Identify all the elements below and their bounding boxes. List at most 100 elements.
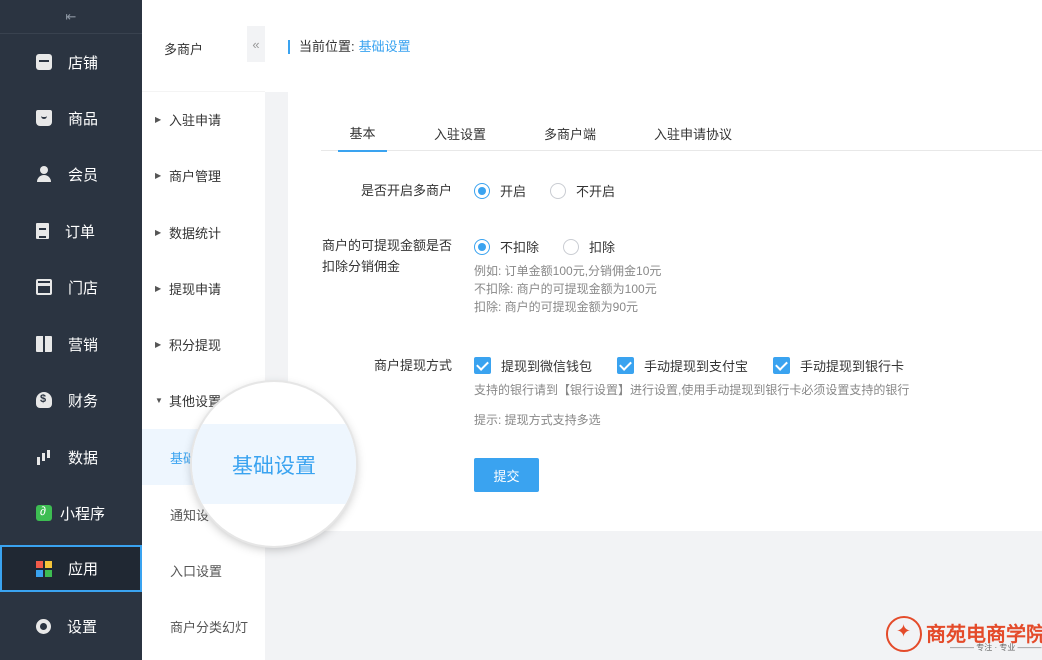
submenu-child-entry-settings[interactable]: 入口设置 <box>142 542 265 598</box>
store-icon <box>36 279 52 295</box>
breadcrumb-current[interactable]: 基础设置 <box>359 39 411 54</box>
submenu-header: 多商户 « <box>142 0 265 92</box>
sidebar-item-label: 营销 <box>68 336 99 354</box>
order-icon <box>36 223 49 239</box>
sidebar-item-apps[interactable]: 应用 <box>0 545 142 592</box>
radio-checked-icon <box>474 238 490 255</box>
checkbox-alipay[interactable]: 手动提现到支付宝 <box>617 356 748 375</box>
deduct-commission-label: 商户的可提现金额是否 扣除分销佣金 <box>322 235 452 277</box>
withdraw-methods-label: 商户提现方式 <box>373 358 452 373</box>
sidebar-item-label: 数据 <box>68 449 99 467</box>
secondary-menu: 多商户 « ▶ 入驻申请 ▶ 商户管理 ▶ 数据统计 ▶ 提现申请 ▶ 积分提现… <box>142 0 265 660</box>
tab-basic[interactable]: 基本 <box>338 115 387 152</box>
tab-join-agreement[interactable]: 入驻申请协议 <box>643 115 743 151</box>
submenu-item-statistics[interactable]: ▶ 数据统计 <box>142 210 265 254</box>
tab-merchant-client[interactable]: 多商户端 <box>533 115 607 151</box>
submenu-item-label: 积分提现 <box>169 337 222 353</box>
main-sidebar: ⇤ 店铺 商品 会员 订单 门店 营销 财务 数据 小程序 应用 设置 <box>0 0 142 660</box>
sidebar-item-shop[interactable]: 店铺 <box>0 39 142 85</box>
hint-line: 例如: 订单金额100元,分销佣金10元 <box>474 264 662 278</box>
sidebar-item-goods[interactable]: 商品 <box>0 95 142 141</box>
radio-label: 不开启 <box>576 184 616 199</box>
submenu-item-withdraw-apply[interactable]: ▶ 提现申请 <box>142 266 265 310</box>
content-panel: 基本 入驻设置 多商户端 入驻申请协议 是否开启多商户 开启 不开启 商户的可提… <box>288 87 1042 531</box>
watermark: 商苑电商学院 ——— 专注 · 专业 ——— <box>886 614 1042 658</box>
shop-icon <box>36 54 52 70</box>
deduct-hint: 例如: 订单金额100元,分销佣金10元 不扣除: 商户的可提现金额为100元 … <box>474 262 661 316</box>
caret-right-icon: ▶ <box>155 170 162 180</box>
checkbox-label: 手动提现到银行卡 <box>800 359 905 374</box>
goods-icon <box>36 110 52 126</box>
gift-icon <box>36 336 52 352</box>
sidebar-item-label: 商品 <box>68 110 99 128</box>
watermark-logo-icon <box>886 616 922 652</box>
submit-button[interactable]: 提交 <box>474 458 539 492</box>
deduct-commission-label-line1: 商户的可提现金额是否 <box>321 238 452 253</box>
submenu-item-label: 入驻申请 <box>169 112 222 128</box>
submenu-item-label: 其他设置 <box>169 393 222 409</box>
sidebar-item-label: 应用 <box>68 561 99 578</box>
sidebar-item-label: 订单 <box>65 223 96 241</box>
caret-down-icon: ▼ <box>155 395 163 405</box>
submenu-item-merchant-manage[interactable]: ▶ 商户管理 <box>142 153 265 197</box>
checkbox-wechat-wallet[interactable]: 提现到微信钱包 <box>474 356 592 375</box>
submenu-item-join-apply[interactable]: ▶ 入驻申请 <box>142 97 265 141</box>
checkbox-checked-icon <box>474 357 491 374</box>
submenu-child-label: 入口设置 <box>170 563 223 579</box>
breadcrumb-prefix: 当前位置: <box>299 39 355 54</box>
submenu-item-label: 商户管理 <box>169 168 222 184</box>
submenu-child-label: 通知设 <box>170 507 210 523</box>
sidebar-collapse-icon[interactable]: ⇤ <box>0 0 142 34</box>
sidebar-item-mini-program[interactable]: 小程序 <box>0 490 142 536</box>
submenu-child-label: 商户分类幻灯 <box>170 619 249 635</box>
radio-label: 扣除 <box>589 240 616 255</box>
sidebar-item-marketing[interactable]: 营销 <box>0 321 142 367</box>
money-bag-icon <box>36 392 52 408</box>
sidebar-item-label: 门店 <box>68 279 99 297</box>
radio-deduct[interactable]: 扣除 <box>563 237 615 256</box>
checkbox-checked-icon <box>617 357 634 374</box>
sidebar-item-data[interactable]: 数据 <box>0 434 142 480</box>
withdraw-multi-tip: 提示: 提现方式支持多选 <box>474 413 601 427</box>
submenu-item-label: 提现申请 <box>169 281 222 297</box>
sidebar-item-store[interactable]: 门店 <box>0 264 142 310</box>
tab-join-settings[interactable]: 入驻设置 <box>423 115 497 151</box>
top-bar: 当前位置: 基础设置 <box>265 0 1042 92</box>
watermark-slogan: ——— 专注 · 专业 ——— <box>950 643 1042 652</box>
sidebar-item-order[interactable]: 订单 <box>0 208 142 254</box>
hint-line: 扣除: 商户的可提现金额为90元 <box>474 300 639 314</box>
gear-icon <box>36 618 51 634</box>
sidebar-item-label: 设置 <box>67 618 98 636</box>
checkbox-checked-icon <box>773 357 790 374</box>
sidebar-item-label: 小程序 <box>60 505 106 523</box>
collapse-submenu-icon[interactable]: « <box>247 26 265 62</box>
caret-right-icon: ▶ <box>155 227 162 237</box>
mini-program-icon <box>36 504 52 521</box>
checkbox-label: 手动提现到支付宝 <box>644 359 749 374</box>
submenu-item-points-withdraw[interactable]: ▶ 积分提现 <box>142 322 265 366</box>
sidebar-item-finance[interactable]: 财务 <box>0 377 142 423</box>
user-icon <box>36 166 52 182</box>
caret-right-icon: ▶ <box>155 283 162 293</box>
sidebar-item-settings[interactable]: 设置 <box>0 603 142 649</box>
radio-no-deduct[interactable]: 不扣除 <box>474 237 539 256</box>
bar-chart-icon <box>36 449 52 465</box>
sidebar-item-label: 财务 <box>68 392 99 410</box>
checkbox-bank-card[interactable]: 手动提现到银行卡 <box>773 356 904 375</box>
radio-enable[interactable]: 开启 <box>474 181 526 200</box>
hint-line: 不扣除: 商户的可提现金额为100元 <box>474 282 657 296</box>
radio-disable[interactable]: 不开启 <box>550 181 615 200</box>
radio-unchecked-icon <box>563 238 579 255</box>
submenu-title: 多商户 <box>164 42 204 57</box>
checkbox-label: 提现到微信钱包 <box>501 359 593 374</box>
sidebar-item-member[interactable]: 会员 <box>0 151 142 197</box>
withdraw-bank-hint: 支持的银行请到【银行设置】进行设置,使用手动提现到银行卡必须设置支持的银行 <box>474 383 910 397</box>
enable-multi-merchant-label: 是否开启多商户 <box>360 183 452 198</box>
submenu-child-category-slides[interactable]: 商户分类幻灯 <box>142 598 265 654</box>
submenu-item-label: 数据统计 <box>169 225 222 241</box>
magnifier-callout: 基础设置 <box>192 382 356 546</box>
radio-checked-icon <box>474 182 490 199</box>
radio-label: 不扣除 <box>500 240 540 255</box>
sidebar-item-label: 会员 <box>68 166 99 184</box>
magnifier-text: 基础设置 <box>232 455 316 478</box>
